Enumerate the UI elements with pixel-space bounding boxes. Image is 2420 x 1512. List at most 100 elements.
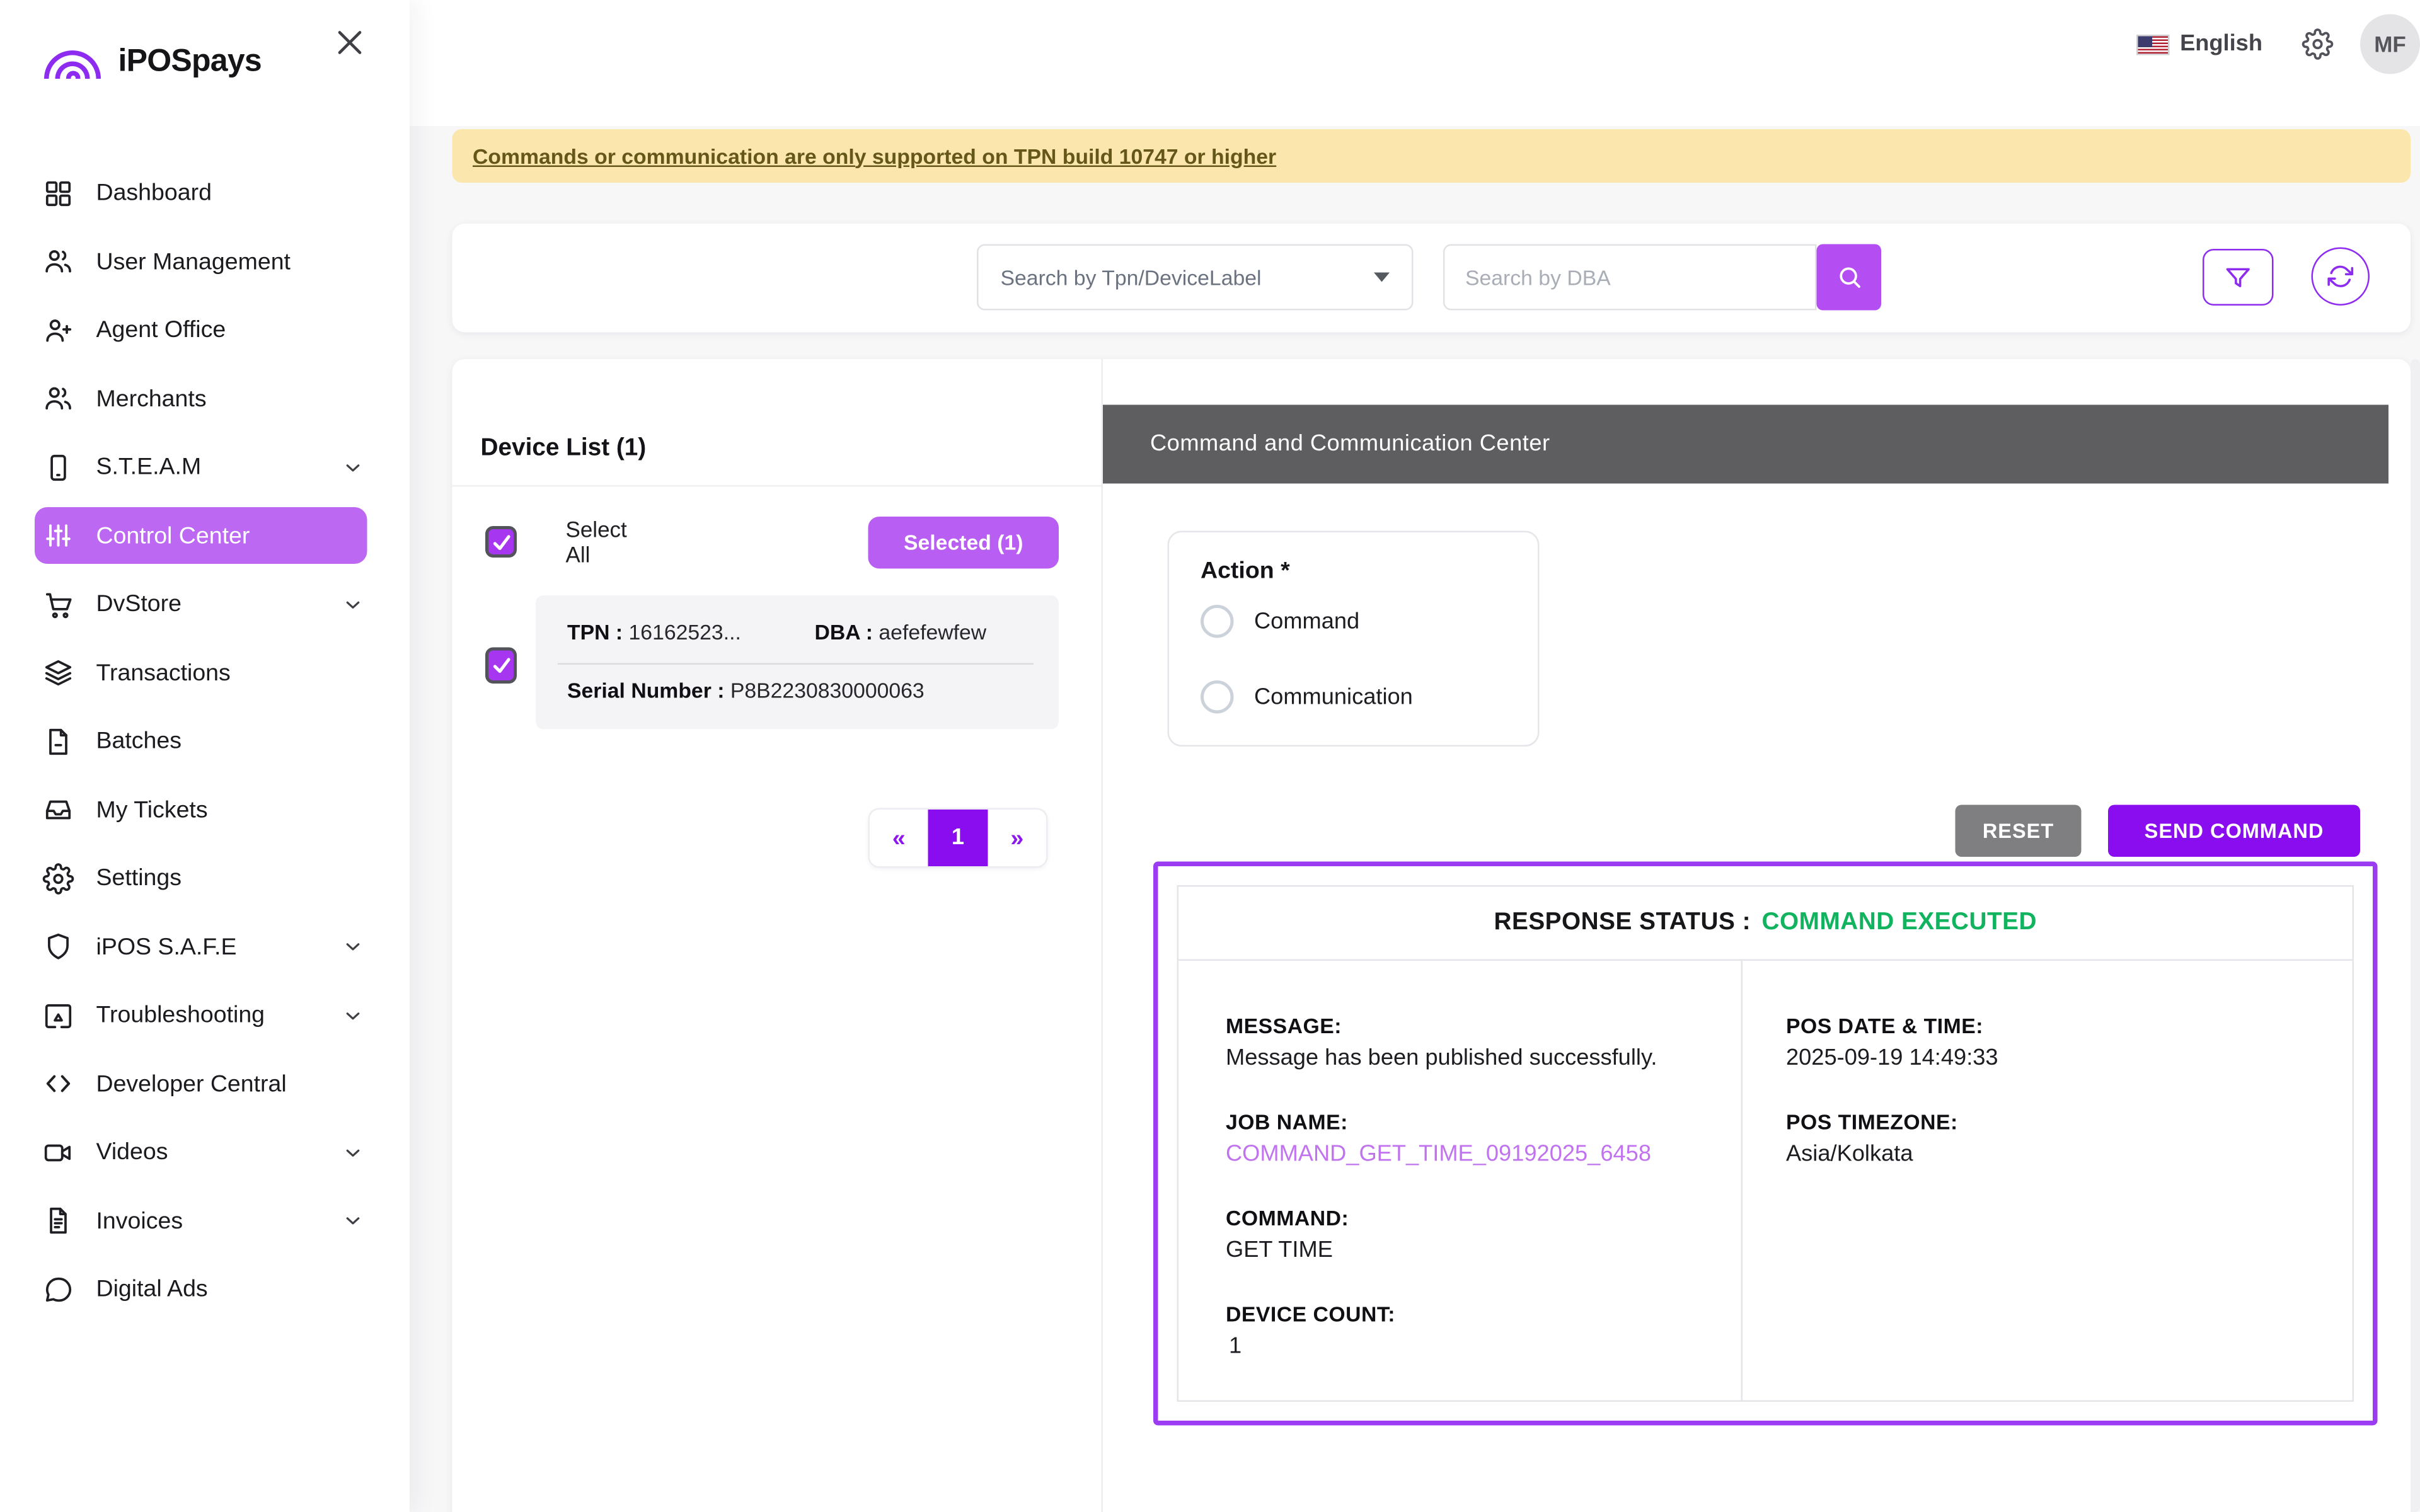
us-flag-icon [2136,34,2169,55]
command-center-title: Command and Communication Center [1150,432,1550,457]
sidebar-item-invoices[interactable]: Invoices [0,1187,410,1256]
smartphone-icon [43,452,74,483]
rainbow-arc-logo-icon [44,47,101,78]
select-all-checkbox[interactable] [485,526,517,558]
sidebar-item-steam[interactable]: S.T.E.A.M [0,433,410,502]
pagination-prev-button[interactable]: « [870,810,928,866]
sidebar-item-label: Troubleshooting [96,1002,265,1029]
selected-count-button[interactable]: Selected (1) [868,517,1059,569]
action-group: Action * Command Communication [1168,531,1540,747]
chevron-down-icon [342,593,364,616]
page-scrollbar[interactable] [2411,359,2420,1512]
sidebar-item-label: Merchants [96,386,207,413]
refresh-button[interactable] [2312,248,2370,306]
sidebar-item-label: My Tickets [96,796,208,823]
response-details: MESSAGE: Message has been published succ… [1178,961,2353,1400]
sidebar-item-videos[interactable]: Videos [0,1118,410,1187]
code-icon [43,1068,74,1100]
sidebar-item-my-tickets[interactable]: My Tickets [0,776,410,844]
action-label: Action * [1201,558,1290,585]
caret-down-icon [1374,273,1390,282]
divider [452,485,1102,487]
response-field-command: COMMAND: GET TIME [1226,1206,1705,1263]
device-checkbox[interactable] [485,648,517,684]
sidebar-item-agent-office[interactable]: Agent Office [0,296,410,365]
cart-icon [43,588,74,620]
sidebar-item-control-center[interactable]: Control Center [35,508,367,564]
sidebar-item-label: Transactions [96,660,231,687]
search-dba-input[interactable] [1443,244,1817,311]
funnel-icon [2223,262,2254,292]
sidebar-item-batches[interactable]: Batches [0,707,410,776]
select-all-label: Select All [566,517,627,567]
device-list-item[interactable]: TPN : 16162523... DBA : aefefewfew Seria… [536,595,1059,730]
action-option-communication[interactable]: Communication [1201,680,1413,714]
radio-icon[interactable] [1201,605,1234,638]
file-text-icon [43,1205,74,1237]
job-name-link[interactable]: COMMAND_GET_TIME_09192025_6458 [1226,1142,1705,1167]
device-list-section: Device List (1) Select All Selected (1) … [452,359,1102,1512]
search-button[interactable] [1817,244,1882,311]
response-field-message: MESSAGE: Message has been published succ… [1226,1014,1705,1071]
response-status-row: RESPONSE STATUS : COMMAND EXECUTED [1178,887,2353,961]
response-field-job-name: JOB NAME: COMMAND_GET_TIME_09192025_6458 [1226,1111,1705,1167]
refresh-icon [2327,263,2354,290]
chat-icon [43,1274,74,1305]
response-left-column: MESSAGE: Message has been published succ… [1178,961,1742,1400]
sidebar-item-label: Agent Office [96,317,226,344]
sidebar-item-user-management[interactable]: User Management [0,227,410,296]
close-icon[interactable] [333,25,367,60]
sidebar-item-label: User Management [96,248,291,275]
sidebar-item-label: Digital Ads [96,1276,208,1303]
sidebar-item-developer-central[interactable]: Developer Central [0,1050,410,1118]
sidebar-item-troubleshooting[interactable]: Troubleshooting [0,982,410,1050]
pagination-next-button[interactable]: » [988,810,1047,866]
response-inner-box: RESPONSE STATUS : COMMAND EXECUTED MESSA… [1177,885,2354,1402]
sidebar-item-label: Invoices [96,1208,183,1235]
shield-icon [43,931,74,963]
sidebar-item-label: Developer Central [96,1070,287,1097]
sidebar-item-dvstore[interactable]: DvStore [0,570,410,639]
reset-button[interactable]: RESET [1956,805,2082,857]
sidebar-item-merchants[interactable]: Merchants [0,365,410,433]
device-dba: DBA : aefefewfew [815,621,987,644]
file-minus-icon [43,726,74,757]
chevron-down-icon [342,1142,364,1164]
response-field-pos-timezone: POS TIMEZONE: Asia/Kolkata [1786,1111,2318,1167]
grid-icon [43,178,74,209]
control-center-panel: Device List (1) Select All Selected (1) … [452,359,2411,1512]
sidebar-item-label: S.T.E.A.M [96,454,202,481]
sidebar-item-dashboard[interactable]: Dashboard [0,159,410,228]
sidebar-item-settings[interactable]: Settings [0,844,410,913]
sidebar-item-label: Control Center [96,522,250,549]
avatar[interactable]: MF [2360,14,2420,74]
sidebar-item-label: Dashboard [96,180,212,207]
filter-button[interactable] [2203,249,2274,306]
send-command-button[interactable]: SEND COMMAND [2108,805,2360,857]
sidebar-nav: Dashboard User Management Agent Office M… [0,159,410,1324]
device-serial: Serial Number : P8B2230830000063 [567,679,925,703]
radio-icon[interactable] [1201,680,1234,714]
pagination-page-1[interactable]: 1 [928,810,988,866]
response-field-device-count: DEVICE COUNT: 1 [1226,1303,1705,1360]
gear-icon[interactable] [2302,28,2334,60]
action-option-command[interactable]: Command [1201,605,1359,638]
response-panel: RESPONSE STATUS : COMMAND EXECUTED MESSA… [1153,862,2378,1426]
search-type-select[interactable]: Search by Tpn/DeviceLabel [977,244,1414,311]
response-status-value: COMMAND EXECUTED [1762,909,2037,937]
sidebar-item-transactions[interactable]: Transactions [0,639,410,707]
video-icon [43,1137,74,1168]
response-field-pos-datetime: POS DATE & TIME: 2025-09-19 14:49:33 [1786,1014,2318,1071]
language-selector[interactable]: English [2180,32,2262,57]
search-icon [1835,263,1863,292]
inbox-icon [43,794,74,826]
response-status-label: RESPONSE STATUS : [1494,909,1751,937]
command-center-header: Command and Communication Center [1103,405,2388,484]
sidebar-item-ipos-safe[interactable]: iPOS S.A.F.E [0,913,410,982]
sidebar: iPOSpays Dashboard User Management Agent… [0,0,410,1512]
sidebar-item-label: Batches [96,728,182,755]
banner-text[interactable]: Commands or communication are only suppo… [473,144,1276,168]
sidebar-item-digital-ads[interactable]: Digital Ads [0,1256,410,1324]
brand-logo: iPOSpays [44,44,262,81]
chevron-down-icon [342,456,364,478]
